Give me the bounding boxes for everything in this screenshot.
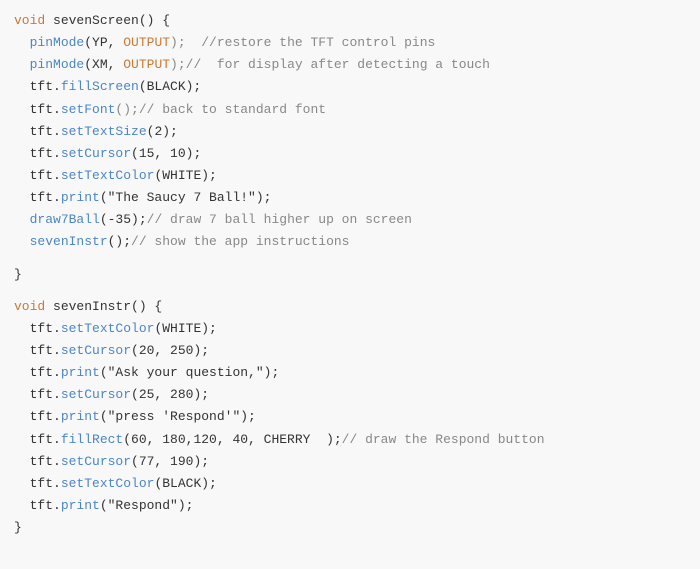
code-token: setCursor	[61, 341, 131, 361]
code-token: ("The Saucy 7 Ball!");	[100, 188, 272, 208]
code-token: tft.	[14, 363, 61, 383]
code-token: setTextColor	[61, 319, 155, 339]
code-line: pinMode(YP, OUTPUT); //restore the TFT c…	[0, 32, 700, 54]
code-token: tft.	[14, 474, 61, 494]
code-token: () {	[139, 11, 170, 31]
code-token: (WHITE);	[154, 319, 216, 339]
code-line: tft.fillRect(60, 180,120, 40, CHERRY );/…	[0, 429, 700, 451]
code-token: (15, 10);	[131, 144, 201, 164]
code-token: print	[61, 363, 100, 383]
code-token: tft.	[14, 385, 61, 405]
code-comment: // draw 7 ball higher up on screen	[147, 210, 412, 230]
code-token: (BLACK);	[139, 77, 201, 97]
code-token: () {	[131, 297, 162, 317]
code-line: tft.setFont();// back to standard font	[0, 99, 700, 121]
code-lines: void sevenScreen() { pinMode(YP, OUTPUT)…	[0, 10, 700, 539]
code-token: tft.	[14, 166, 61, 186]
code-token: }	[14, 265, 22, 285]
code-token: sevenInstr();	[14, 232, 131, 252]
code-line: sevenInstr();// show the app instruction…	[0, 231, 700, 253]
code-line: tft.setCursor(77, 190);	[0, 451, 700, 473]
code-token: fillRect	[61, 430, 123, 450]
code-line	[0, 254, 700, 264]
code-container: void sevenScreen() { pinMode(YP, OUTPUT)…	[0, 0, 700, 569]
code-line: tft.setTextColor(BLACK);	[0, 473, 700, 495]
code-line: tft.print("press 'Respond'");	[0, 406, 700, 428]
code-token: setTextColor	[61, 474, 155, 494]
code-token: setTextColor	[61, 166, 155, 186]
code-line: tft.print("Ask your question,");	[0, 362, 700, 384]
code-token: );// for display after detecting a touch	[170, 55, 490, 75]
code-token: }	[14, 518, 22, 538]
code-token: pinMode	[30, 33, 85, 53]
code-line: tft.setCursor(25, 280);	[0, 384, 700, 406]
code-line: tft.fillScreen(BLACK);	[0, 76, 700, 98]
code-token: (25, 280);	[131, 385, 209, 405]
code-token: sevenScreen	[53, 11, 139, 31]
code-token: tft.	[14, 188, 61, 208]
code-line: void sevenInstr() {	[0, 296, 700, 318]
code-token: tft.	[14, 407, 61, 427]
code-token: (YP,	[84, 33, 123, 53]
code-token: (77, 190);	[131, 452, 209, 472]
code-line: pinMode(XM, OUTPUT);// for display after…	[0, 54, 700, 76]
code-token: tft.	[14, 496, 61, 516]
code-token: OUTPUT	[123, 33, 170, 53]
code-token	[14, 55, 30, 75]
code-token: tft.	[14, 452, 61, 472]
code-token: tft.	[14, 144, 61, 164]
code-line: tft.setTextSize(2);	[0, 121, 700, 143]
code-line: }	[0, 517, 700, 539]
code-token: pinMode	[30, 55, 85, 75]
code-line: tft.setCursor(20, 250);	[0, 340, 700, 362]
code-token: tft.	[14, 100, 61, 120]
code-token: sevenInstr	[53, 297, 131, 317]
code-token: tft.	[14, 77, 61, 97]
code-line: tft.print("Respond");	[0, 495, 700, 517]
code-token: (20, 250);	[131, 341, 209, 361]
code-token: fillScreen	[61, 77, 139, 97]
code-line: tft.setCursor(15, 10);	[0, 143, 700, 165]
code-token: ); //restore the TFT control pins	[170, 33, 435, 53]
code-token: ("Respond");	[100, 496, 194, 516]
code-token: print	[61, 496, 100, 516]
code-token: (60, 180,120, 40, CHERRY );	[123, 430, 341, 450]
code-token: setCursor	[61, 144, 131, 164]
code-token: print	[61, 407, 100, 427]
code-token: setFont	[61, 100, 116, 120]
code-token: ();// back to standard font	[115, 100, 326, 120]
code-token: (WHITE);	[154, 166, 216, 186]
code-token: draw7Ball(-35);	[14, 210, 147, 230]
code-comment: // show the app instructions	[131, 232, 349, 252]
code-token: ("press 'Respond'");	[100, 407, 256, 427]
code-line: draw7Ball(-35);// draw 7 ball higher up …	[0, 209, 700, 231]
code-token: setTextSize	[61, 122, 147, 142]
code-line: void sevenScreen() {	[0, 10, 700, 32]
code-token: OUTPUT	[123, 55, 170, 75]
code-line: tft.setTextColor(WHITE);	[0, 318, 700, 340]
code-token: ("Ask your question,");	[100, 363, 279, 383]
code-line: }	[0, 264, 700, 286]
code-token: (BLACK);	[154, 474, 216, 494]
code-token: tft.	[14, 122, 61, 142]
code-token: setCursor	[61, 385, 131, 405]
code-token: (XM,	[84, 55, 123, 75]
code-token: tft.	[14, 430, 61, 450]
code-token: tft.	[14, 319, 61, 339]
code-token: (2);	[147, 122, 178, 142]
code-token	[14, 33, 30, 53]
code-token: void	[14, 11, 53, 31]
code-token: print	[61, 188, 100, 208]
code-line: tft.print("The Saucy 7 Ball!");	[0, 187, 700, 209]
code-line: tft.setTextColor(WHITE);	[0, 165, 700, 187]
code-token: setCursor	[61, 452, 131, 472]
code-token: tft.	[14, 341, 61, 361]
code-comment: // draw the Respond button	[342, 430, 545, 450]
code-token: void	[14, 297, 53, 317]
code-line	[0, 286, 700, 296]
